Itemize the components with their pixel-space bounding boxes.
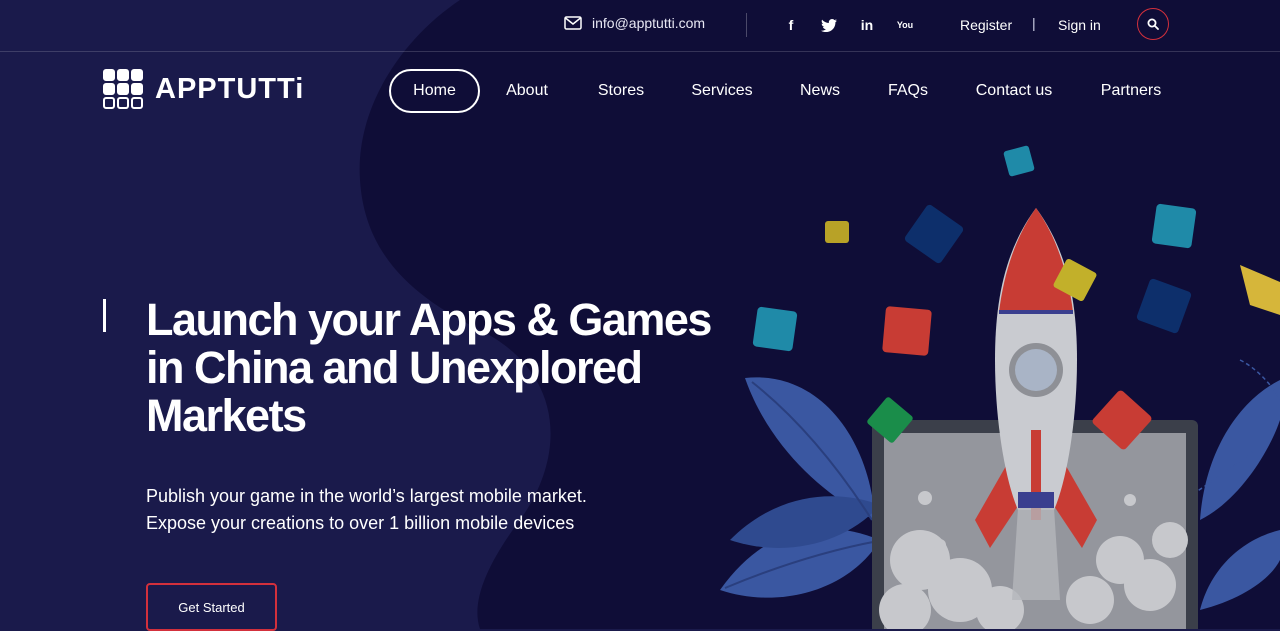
logo-grid-icon (103, 69, 143, 109)
linkedin-icon[interactable]: in (856, 14, 878, 36)
brand-name: APPTUTTi (155, 72, 305, 105)
email-link[interactable]: info@apptutti.com (564, 15, 705, 31)
nav-home[interactable]: Home (389, 69, 480, 113)
brand-logo[interactable]: APPTUTTi (103, 69, 304, 109)
email-text: info@apptutti.com (592, 15, 706, 31)
nav-partners[interactable]: Partners (1092, 69, 1170, 113)
leaf-left-icon (720, 377, 880, 598)
leaf-right-icon (1200, 380, 1280, 610)
rocket-launch-illustration (720, 145, 1280, 629)
hero-title: Launch your Apps & Games in China and Un… (146, 294, 712, 441)
envelope-icon (564, 16, 582, 30)
get-started-button[interactable]: Get Started (146, 583, 277, 631)
search-button[interactable] (1137, 8, 1169, 40)
nav-services[interactable]: Services (684, 69, 760, 113)
topbar-divider (746, 13, 747, 37)
hero-accent-bar (103, 299, 106, 332)
hero-subtitle-line-2: Expose your creations to over 1 billion … (146, 513, 575, 533)
signin-link[interactable]: Sign in (1058, 17, 1101, 33)
facebook-icon[interactable]: f (780, 14, 802, 36)
register-signin-separator: | (1032, 15, 1036, 31)
youtube-icon[interactable]: You (894, 14, 916, 36)
hero-subtitle: Publish your game in the world’s largest… (146, 483, 587, 537)
nav-news[interactable]: News (791, 69, 849, 113)
hero-subtitle-line-1: Publish your game in the world’s largest… (146, 486, 587, 506)
nav-about[interactable]: About (496, 69, 558, 113)
search-icon (1147, 18, 1159, 30)
nav-faqs[interactable]: FAQs (880, 69, 936, 113)
twitter-icon[interactable] (818, 14, 840, 36)
nav-stores[interactable]: Stores (589, 69, 653, 113)
nav-contact-us[interactable]: Contact us (967, 69, 1061, 113)
register-link[interactable]: Register (960, 17, 1012, 33)
top-bar: info@apptutti.com f in You Register | Si… (0, 0, 1280, 52)
paper-plane-icon (1240, 265, 1280, 315)
